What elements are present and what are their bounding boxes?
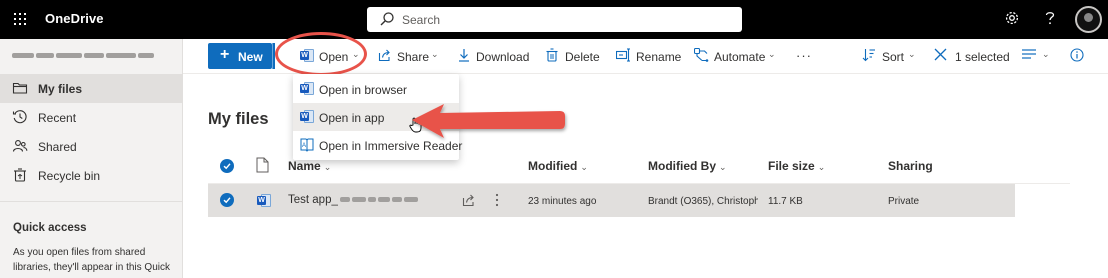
word-icon: W: [300, 109, 314, 124]
new-button-label: New: [238, 50, 263, 64]
sort-icon: [862, 48, 876, 65]
chevron-down-icon: ⌄: [768, 49, 776, 59]
sidebar-item-shared[interactable]: Shared: [0, 132, 183, 161]
search-box[interactable]: Search: [367, 7, 742, 32]
page-title: My files: [208, 110, 269, 128]
view-options-button[interactable]: ⌄: [1022, 43, 1052, 69]
column-header-sharing[interactable]: Sharing: [888, 159, 933, 173]
automate-button-label: Automate: [714, 50, 766, 64]
sidebar-item-label: Shared: [38, 140, 77, 154]
search-input[interactable]: Search: [402, 13, 440, 27]
modified-cell: 23 minutes ago: [528, 196, 597, 207]
app-title[interactable]: OneDrive: [45, 11, 104, 26]
folder-icon: [12, 80, 28, 99]
column-header-label: Modified By: [648, 159, 716, 173]
automate-button[interactable]: Automate ⌄: [693, 43, 778, 69]
delete-button-label: Delete: [565, 50, 600, 64]
column-header-label: Name: [288, 159, 321, 173]
file-name: Test app_: [288, 194, 338, 206]
divider: [0, 201, 182, 202]
menu-item-label: Open in app: [319, 111, 385, 125]
column-header-file-size[interactable]: File size ⌄: [768, 159, 825, 173]
chevron-down-icon: ⌄: [817, 162, 826, 172]
selection-count-label: 1 selected: [955, 50, 1010, 64]
plus-icon: +: [220, 46, 230, 63]
chevron-down-icon: ⌄: [908, 49, 916, 59]
download-button-label: Download: [476, 50, 530, 64]
row-checkbox[interactable]: [220, 193, 234, 207]
app-launcher-icon[interactable]: [8, 6, 32, 32]
more-actions-button[interactable]: ···: [796, 43, 818, 69]
user-name-redacted: [12, 53, 154, 58]
share-button-label: Share: [397, 50, 430, 64]
column-header-modified[interactable]: Modified ⌄: [528, 159, 588, 173]
share-button[interactable]: Share ⌄: [378, 43, 440, 69]
select-all-checkbox[interactable]: [220, 159, 234, 173]
selection-count-button[interactable]: 1 selected: [934, 43, 1010, 69]
file-name-link[interactable]: Test app_: [288, 194, 418, 206]
chevron-down-icon: ⌄: [580, 162, 588, 172]
annotation-arrow-icon: [412, 104, 565, 138]
people-icon: [12, 138, 28, 157]
chevron-down-icon: ⌄: [719, 162, 727, 172]
column-header-label: File size: [768, 159, 815, 173]
rename-icon: [615, 48, 631, 65]
trash-icon: [546, 48, 558, 65]
sharing-cell: Private: [888, 196, 920, 207]
settings-gear-icon[interactable]: [1004, 10, 1020, 31]
sidebar-item-label: My files: [38, 82, 83, 96]
column-header-label: Sharing: [888, 159, 933, 173]
info-icon: [1070, 48, 1084, 65]
menu-item-label: Open in browser: [319, 83, 408, 97]
sidebar-item-label: Recent: [38, 111, 77, 125]
menu-item-open-in-browser[interactable]: W Open in browser: [293, 75, 459, 103]
annotation-oval: [275, 32, 367, 76]
download-icon: [458, 48, 470, 65]
delete-button[interactable]: Delete: [546, 43, 600, 69]
column-header-label: Modified: [528, 159, 578, 173]
chevron-down-icon: ⌄: [1042, 49, 1050, 59]
file-name-redacted: [339, 197, 418, 203]
search-icon: [379, 11, 395, 30]
avatar[interactable]: [1075, 6, 1102, 33]
file-type-header-icon[interactable]: [256, 157, 269, 176]
file-size-cell: 11.7 KB: [768, 196, 803, 207]
word-file-icon: W: [257, 193, 271, 208]
sidebar-item-recycle-bin[interactable]: Recycle bin: [0, 161, 183, 190]
modified-by-cell: Brandt (O365), Christophe: [648, 196, 758, 207]
column-header-modified-by[interactable]: Modified By ⌄: [648, 159, 727, 173]
immersive-reader-icon: A: [300, 137, 314, 155]
trash-icon: [12, 167, 28, 186]
download-button[interactable]: Download: [458, 43, 530, 69]
sidebar-item-my-files[interactable]: My files: [0, 74, 183, 103]
chevron-down-icon: ⌄: [431, 49, 439, 59]
share-icon[interactable]: [462, 193, 476, 210]
sort-button[interactable]: Sort ⌄: [862, 43, 920, 69]
top-bar: OneDrive Search: [0, 0, 1108, 39]
more-vertical-icon[interactable]: [494, 193, 500, 210]
left-navigation: My files Recent Shared Recycle bin Quick…: [0, 39, 183, 278]
more-icon: ···: [796, 48, 812, 63]
quick-access-title: Quick access: [13, 222, 87, 234]
svg-text:A: A: [302, 143, 306, 149]
quick-access-description: As you open files from shared libraries,…: [13, 247, 170, 273]
share-icon: [378, 48, 392, 65]
sort-button-label: Sort: [882, 50, 905, 64]
new-button[interactable]: + New: [208, 43, 272, 69]
word-icon: W: [300, 81, 314, 96]
sidebar-item-label: Recycle bin: [38, 169, 101, 183]
rename-button-label: Rename: [636, 50, 682, 64]
help-icon[interactable]: [1043, 10, 1057, 31]
close-icon: [934, 48, 947, 64]
details-pane-button[interactable]: [1070, 43, 1086, 69]
chevron-down-icon: ⌄: [323, 162, 332, 172]
automate-flow-icon: [693, 47, 709, 65]
list-view-icon: [1022, 48, 1036, 63]
column-header-name[interactable]: Name ⌄: [288, 159, 331, 173]
rename-button[interactable]: Rename: [615, 43, 682, 69]
clock-icon: [12, 109, 28, 128]
sidebar-item-recent[interactable]: Recent: [0, 103, 183, 132]
